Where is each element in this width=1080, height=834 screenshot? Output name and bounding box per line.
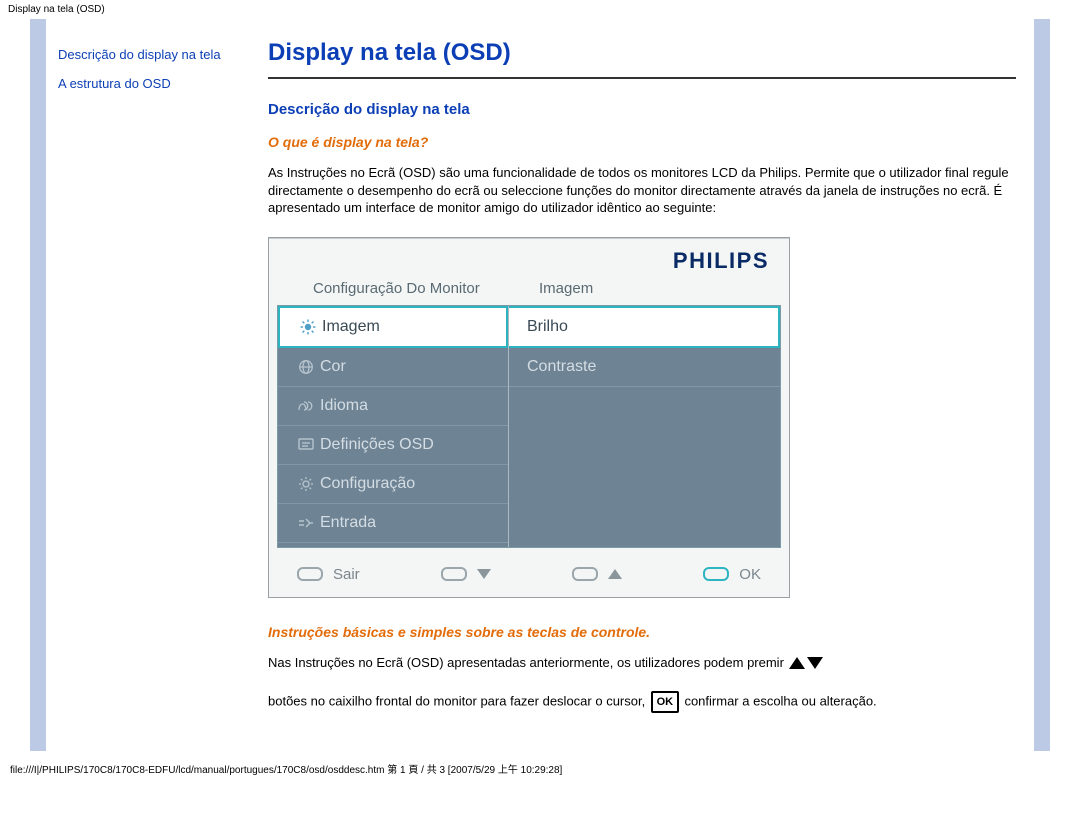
sidebar: Descrição do display na tela A estrutura…: [46, 19, 250, 751]
pill-icon: [572, 567, 598, 581]
text-segment: Nas Instruções no Ecrã (OSD) apresentada…: [268, 655, 784, 670]
osd-item-entrada[interactable]: Entrada: [278, 504, 508, 543]
osd-logo-row: PHILIPS: [269, 238, 789, 278]
right-color-bar: [1034, 19, 1050, 751]
osd-left-menu: Imagem Cor Idioma: [278, 306, 509, 547]
osd-footer-ok[interactable]: OK: [703, 566, 761, 583]
osd-item-label: Cor: [320, 358, 346, 376]
osd-body: Imagem Cor Idioma: [277, 305, 781, 548]
osd-item-definicoes[interactable]: Definições OSD: [278, 426, 508, 465]
osd-header-left: Configuração Do Monitor: [313, 280, 533, 297]
pill-icon: [703, 567, 729, 581]
sidebar-link-description[interactable]: Descrição do display na tela: [58, 47, 244, 62]
osd-item-configuracao[interactable]: Configuração: [278, 465, 508, 504]
osd-footer-exit[interactable]: Sair: [297, 566, 360, 583]
osd-subitem-label: Brilho: [527, 318, 568, 336]
osd-footer-exit-label: Sair: [333, 566, 360, 583]
osd-header-row: Configuração Do Monitor Imagem: [269, 278, 789, 305]
text-segment: botões no caixilho frontal do monitor pa…: [268, 694, 645, 709]
triangle-up-icon: [789, 657, 805, 669]
triangle-down-icon: [807, 657, 823, 669]
sidebar-link-structure[interactable]: A estrutura do OSD: [58, 76, 244, 91]
osd-item-imagem[interactable]: Imagem: [278, 306, 508, 348]
osd-item-label: Definições OSD: [320, 436, 434, 454]
paragraph-controls-2: botões no caixilho frontal do monitor pa…: [268, 691, 1016, 713]
osd-header-right: Imagem: [533, 280, 769, 297]
page-title: Display na tela (OSD): [268, 39, 1016, 67]
osd-subitem-label: Contraste: [527, 358, 596, 376]
triangle-down-icon: [477, 569, 491, 579]
paragraph-controls-1: Nas Instruções no Ecrã (OSD) apresentada…: [268, 654, 1016, 672]
osd-panel: PHILIPS Configuração Do Monitor Imagem I…: [268, 237, 790, 598]
subhead-instructions: Instruções básicas e simples sobre as te…: [268, 624, 1016, 640]
input-icon: [292, 517, 320, 529]
osd-footer: Sair OK: [269, 558, 789, 597]
text-segment: confirmar a escolha ou alteração.: [684, 694, 876, 709]
left-color-bar: [30, 19, 46, 751]
language-icon: [292, 399, 320, 413]
osd-footer-up[interactable]: [572, 567, 622, 581]
osd-subitem-contraste[interactable]: Contraste: [509, 348, 780, 387]
osd-item-label: Idioma: [320, 397, 368, 415]
globe-icon: [292, 359, 320, 375]
page: Descrição do display na tela A estrutura…: [30, 19, 1050, 751]
osd-item-cor[interactable]: Cor: [278, 348, 508, 387]
main-content: Display na tela (OSD) Descrição do displ…: [250, 19, 1034, 751]
osd-icon: [292, 438, 320, 452]
osd-right-filler: [509, 387, 780, 547]
osd-item-label: Imagem: [322, 318, 380, 336]
osd-item-idioma[interactable]: Idioma: [278, 387, 508, 426]
subhead-what-is: O que é display na tela?: [268, 134, 1016, 150]
footer-path: file:///I|/PHILIPS/170C8/170C8-EDFU/lcd/…: [0, 751, 1080, 780]
osd-item-label: Entrada: [320, 514, 376, 532]
title-rule: [268, 77, 1016, 79]
triangle-up-icon: [608, 569, 622, 579]
osd-footer-down[interactable]: [441, 567, 491, 581]
osd-item-label: Configuração: [320, 475, 415, 493]
osd-right-menu: Brilho Contraste: [509, 306, 780, 547]
section-title: Descrição do display na tela: [268, 101, 1016, 118]
pill-icon: [297, 567, 323, 581]
osd-subitem-brilho[interactable]: Brilho: [509, 306, 780, 348]
brightness-icon: [294, 319, 322, 335]
osd-footer-ok-label: OK: [739, 566, 761, 583]
ok-box-icon: OK: [651, 691, 679, 713]
pill-icon: [441, 567, 467, 581]
gear-icon: [292, 476, 320, 492]
philips-logo: PHILIPS: [673, 248, 769, 274]
header-path: Display na tela (OSD): [0, 0, 1080, 19]
paragraph-intro: As Instruções no Ecrã (OSD) são uma func…: [268, 164, 1016, 217]
